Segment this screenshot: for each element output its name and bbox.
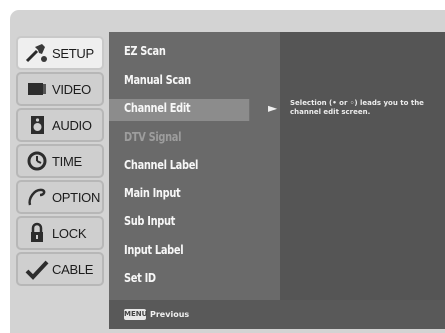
video-screen-icon	[24, 77, 50, 101]
submenu-arrow-icon: ►	[268, 101, 278, 115]
menu-item-channel-label[interactable]: Channel Label	[124, 158, 198, 172]
info-description: Selection (• or ◦) leads you to the chan…	[290, 99, 424, 116]
tab-label: OPTION	[52, 189, 101, 205]
tab-option[interactable]: OPTION	[16, 180, 104, 214]
setup-tools-icon	[24, 41, 50, 65]
option-icon	[24, 185, 50, 209]
tab-label: SETUP	[52, 45, 94, 61]
menu-item-dtv-signal: DTV Signal	[124, 130, 182, 144]
menu-item-sub-input[interactable]: Sub Input	[124, 214, 175, 228]
lock-icon	[24, 221, 50, 245]
tab-audio[interactable]: AUDIO	[16, 108, 104, 142]
tab-label: TIME	[52, 153, 82, 169]
menu-item-manual-scan[interactable]: Manual Scan	[124, 73, 191, 87]
audio-speaker-icon	[24, 113, 50, 137]
menu-item-input-label[interactable]: Input Label	[124, 243, 184, 257]
tab-label: AUDIO	[52, 117, 92, 133]
cable-check-icon	[24, 257, 50, 281]
tab-label: LOCK	[52, 225, 87, 241]
tab-video[interactable]: VIDEO	[16, 72, 104, 106]
menu-item-main-input[interactable]: Main Input	[124, 186, 181, 200]
tab-label: VIDEO	[52, 81, 91, 97]
tab-cable[interactable]: CABLE	[16, 252, 104, 286]
menu-item-channel-edit[interactable]: Channel Edit	[124, 101, 191, 115]
time-clock-icon	[24, 149, 50, 173]
previous-label: Previous	[150, 310, 190, 319]
menu-item-ez-scan[interactable]: EZ Scan	[124, 44, 166, 58]
tab-time[interactable]: TIME	[16, 144, 104, 178]
tab-label: CABLE	[52, 261, 94, 277]
info-panel	[280, 32, 445, 300]
menu-item-set-id[interactable]: Set ID	[124, 271, 156, 285]
tab-lock[interactable]: LOCK	[16, 216, 104, 250]
menu-button-badge[interactable]: MENU	[124, 309, 147, 320]
category-tab-panel: SETUP VIDEO AUDIO TIME OPTION LOCK CABLE	[16, 36, 104, 323]
tab-setup[interactable]: SETUP	[16, 36, 104, 70]
